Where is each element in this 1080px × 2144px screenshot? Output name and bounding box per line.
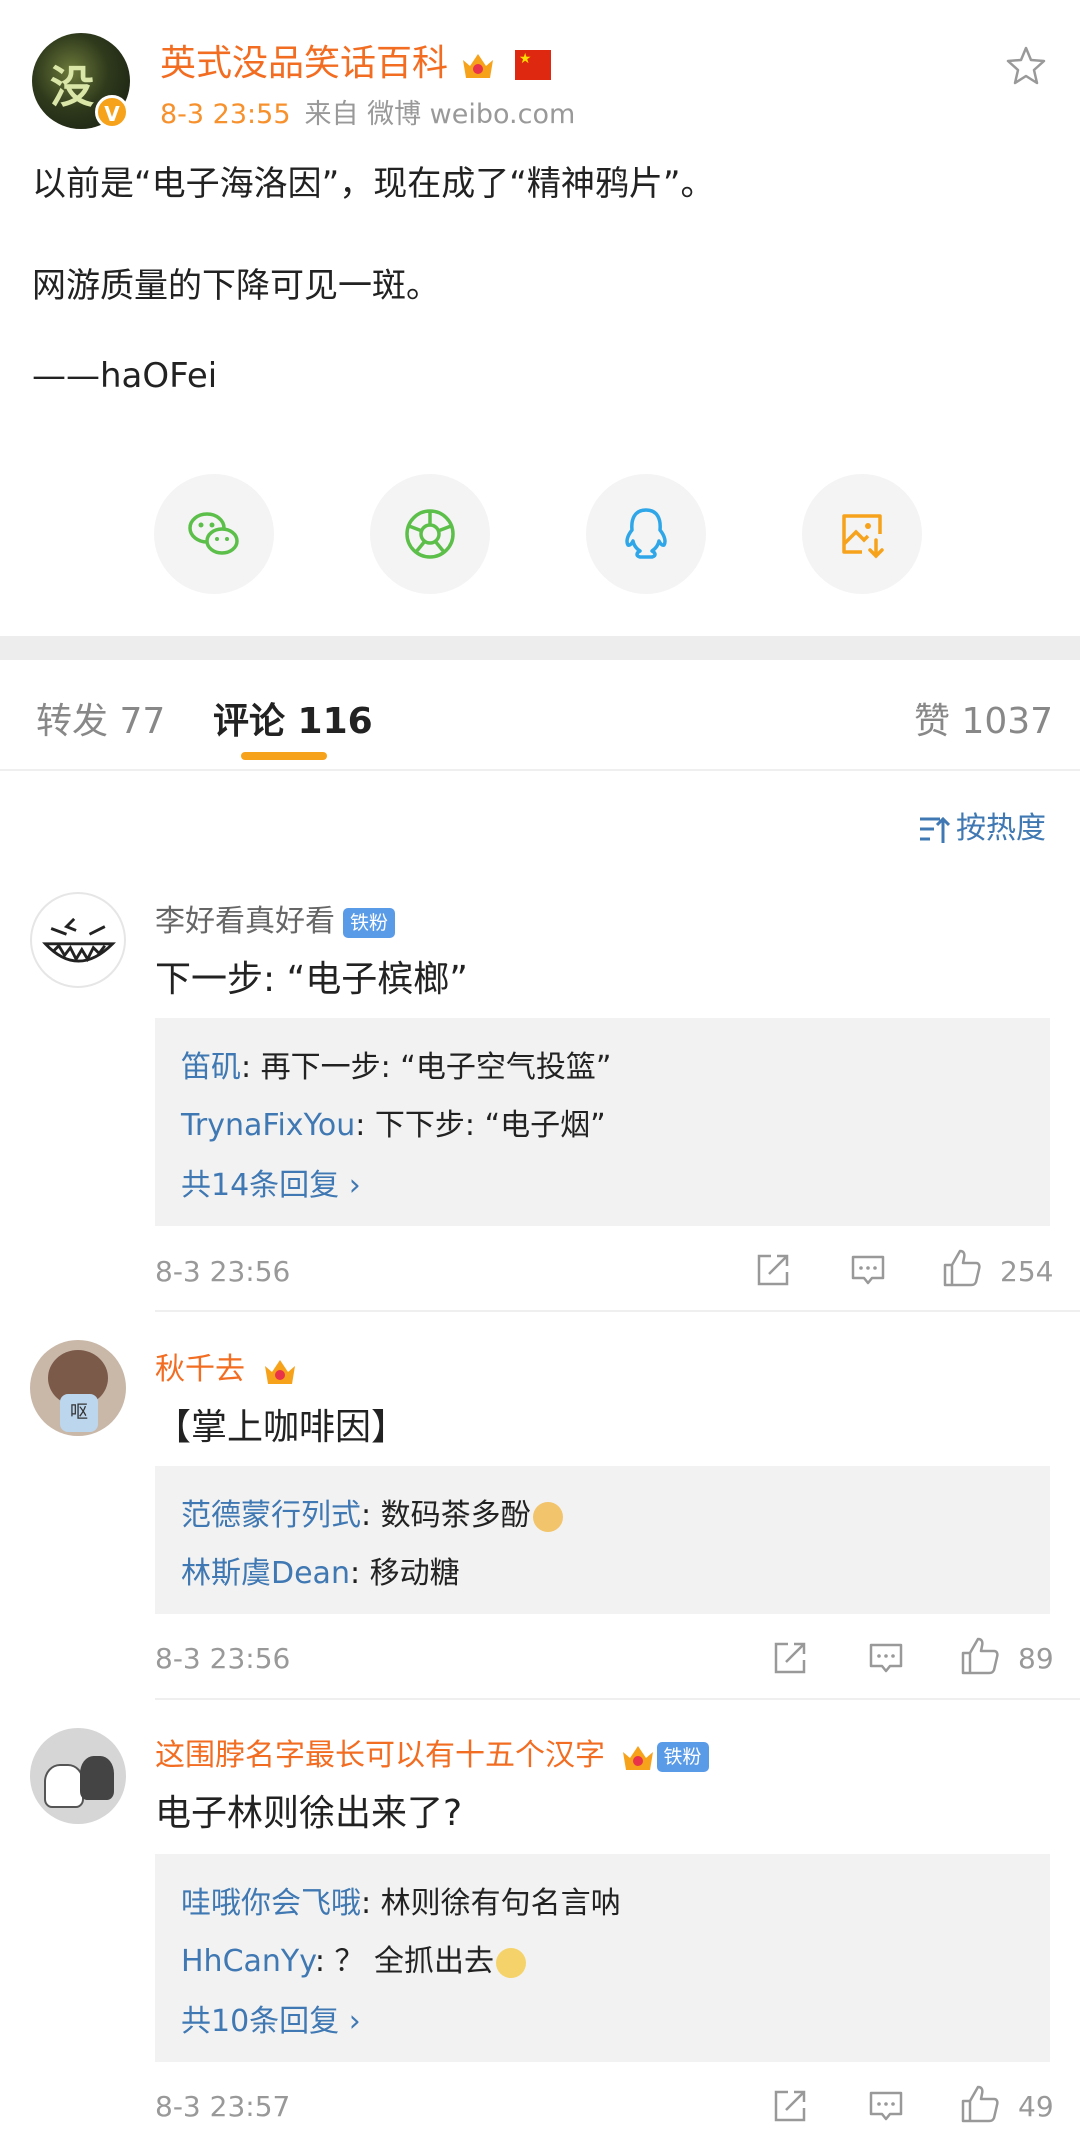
tab-repost[interactable]: 转发 77 <box>36 692 165 744</box>
qq-icon <box>625 508 667 559</box>
more-replies-link[interactable]: 共10条回复 › <box>181 1996 361 2040</box>
like-icon[interactable] <box>942 1248 982 1288</box>
repost-icon[interactable] <box>772 2088 808 2124</box>
post-line-1: 以前是“电子海洛因”，现在成了“精神鸦片”。 <box>32 164 715 204</box>
doge-emoji-icon <box>532 1501 563 1532</box>
comment-avatar[interactable]: 呕 <box>30 1340 126 1436</box>
comment-author[interactable]: 李好看真好看 铁粉 <box>155 896 396 940</box>
verified-badge-icon: V <box>95 95 129 129</box>
comment-avatar[interactable] <box>30 1728 126 1824</box>
tab-active-indicator <box>241 752 327 760</box>
comment-icon[interactable] <box>868 1640 904 1676</box>
reply-item[interactable]: 范德蒙行列式: 数码茶多酚 <box>181 1490 563 1534</box>
moments-icon <box>405 509 455 559</box>
reply-box[interactable]: 范德蒙行列式: 数码茶多酚 林斯虞Dean: 移动糖 <box>155 1466 1050 1614</box>
vip-crown-icon <box>622 1745 653 1770</box>
comment-text: 【掌上咖啡因】 <box>155 1407 408 1448</box>
favorite-star-icon[interactable] <box>1004 44 1048 88</box>
save-image-button[interactable] <box>802 474 922 594</box>
like-icon[interactable] <box>960 2084 1000 2124</box>
comment-text: 下一步: “电子槟榔” <box>155 959 468 1000</box>
vip-crown-icon <box>264 1359 295 1384</box>
like-count: 89 <box>1018 1642 1054 1675</box>
like-count: 254 <box>1000 1255 1054 1288</box>
more-replies-link[interactable]: 共14条回复 › <box>181 1160 361 1204</box>
vip-crown-icon <box>463 54 494 78</box>
china-flag-icon <box>514 50 551 80</box>
avatar-caption: 呕 <box>60 1394 98 1432</box>
share-moments-button[interactable] <box>370 474 490 594</box>
author-name[interactable]: 英式没品笑话百科 <box>160 34 551 86</box>
comment-author[interactable]: 这围脖名字最长可以有十五个汉字 铁粉 <box>155 1730 709 1774</box>
comment-divider <box>155 1310 1080 1312</box>
reply-box[interactable]: 笛矶: 再下一步: “电子空气投篮” TrynaFixYou: 下下步: “电子… <box>155 1018 1050 1226</box>
tab-likes[interactable]: 赞 1037 <box>914 692 1053 744</box>
post-meta: 8-3 23:55 来自 微博 weibo.com <box>160 99 576 130</box>
section-divider <box>0 636 1080 660</box>
save-image-icon <box>842 514 884 559</box>
like-icon[interactable] <box>960 1636 1000 1676</box>
share-qq-button[interactable] <box>586 474 706 594</box>
reply-item[interactable]: TrynaFixYou: 下下步: “电子烟” <box>181 1100 606 1144</box>
fan-badge: 铁粉 <box>656 1741 709 1772</box>
comment-author[interactable]: 秋千去 <box>155 1344 299 1388</box>
comment-time: 8-3 23:57 <box>155 2090 291 2123</box>
wechat-icon <box>188 512 239 555</box>
comment-icon[interactable] <box>850 1252 886 1288</box>
tabs-divider <box>0 769 1080 771</box>
reply-item[interactable]: 林斯虞Dean: 移动糖 <box>181 1548 460 1592</box>
comment-text: 电子林则徐出来了? <box>155 1793 463 1834</box>
grin-face-avatar-icon <box>42 917 116 963</box>
reply-item[interactable]: HhCanYy: ？ 全抓出去 <box>181 1936 527 1980</box>
reply-box[interactable]: 哇哦你会飞哦: 林则徐有句名言呐 HhCanYy: ？ 全抓出去 共10条回复 … <box>155 1854 1050 2062</box>
post-line-2: 网游质量的下降可见一斑。 <box>32 266 440 306</box>
cat-avatar-icon <box>80 1756 114 1800</box>
comment-divider <box>155 1698 1080 1700</box>
fan-badge: 铁粉 <box>343 907 396 938</box>
repost-icon[interactable] <box>755 1252 791 1288</box>
sort-button[interactable]: 按热度 <box>918 803 1046 847</box>
reply-item[interactable]: 哇哦你会飞哦: 林则徐有句名言呐 <box>181 1878 621 1922</box>
share-wechat-button[interactable] <box>154 474 274 594</box>
comment-icon[interactable] <box>868 2088 904 2124</box>
reply-item[interactable]: 笛矶: 再下一步: “电子空气投篮” <box>181 1042 611 1086</box>
tab-comments[interactable]: 评论 116 <box>213 692 373 744</box>
comment-time: 8-3 23:56 <box>155 1255 291 1288</box>
comment-time: 8-3 23:56 <box>155 1642 291 1675</box>
cat-avatar-icon <box>44 1764 84 1808</box>
sort-icon <box>920 816 951 843</box>
post-line-3: ——haOFei <box>32 356 218 396</box>
comment-avatar[interactable] <box>30 892 126 988</box>
like-count: 49 <box>1018 2090 1054 2123</box>
repost-icon[interactable] <box>772 1640 808 1676</box>
emoji-icon <box>496 1947 527 1978</box>
